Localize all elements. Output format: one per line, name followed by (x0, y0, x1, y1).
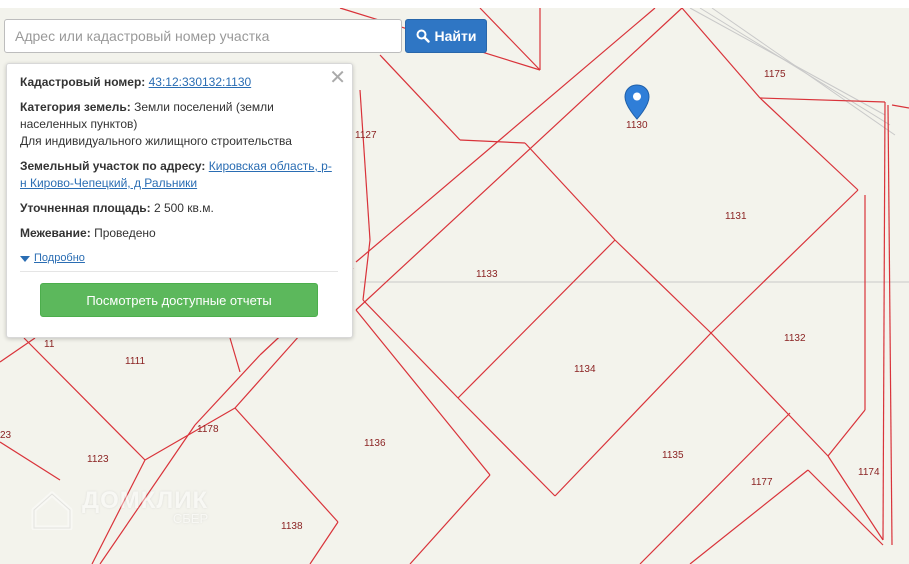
plot-number: 1123 (87, 454, 109, 465)
plot-number: 1127 (355, 130, 377, 141)
address-row: Земельный участок по адресу: Кировская о… (20, 158, 338, 192)
survey-row: Межевание: Проведено (20, 225, 338, 242)
details-toggle[interactable]: Подробно (20, 250, 338, 267)
plot-number: 11 (44, 339, 55, 350)
plot-number: 1132 (784, 333, 806, 344)
plot-number: 1175 (764, 69, 786, 80)
top-strip (0, 0, 909, 8)
survey-value: Проведено (94, 226, 156, 240)
view-reports-button[interactable]: Посмотреть доступные отчеты (40, 283, 318, 317)
area-label: Уточненная площадь: (20, 201, 151, 215)
plot-number: 1134 (574, 364, 596, 375)
area-value: 2 500 кв.м. (153, 201, 214, 215)
cadastral-number-link[interactable]: 43:12:330132:1130 (149, 75, 252, 89)
details-link[interactable]: Подробно (34, 250, 85, 267)
brand-watermark: ДОМКЛИК СБЕР (30, 487, 209, 530)
plot-number: 1138 (281, 521, 303, 532)
triangle-down-icon (20, 255, 30, 262)
category-label: Категория земель: (20, 100, 131, 114)
plot-number: 1177 (751, 477, 773, 488)
search-button[interactable]: Найти (405, 19, 487, 53)
cadastral-label: Кадастровый номер: (20, 75, 146, 89)
close-icon[interactable]: ✕ (329, 67, 346, 89)
plot-number: 1111 (125, 356, 145, 367)
plot-number: 1130 (626, 120, 648, 131)
plot-number: 1174 (858, 467, 880, 478)
search-icon (416, 29, 430, 43)
plot-number: 1136 (364, 438, 386, 449)
house-logo-icon (31, 491, 73, 530)
survey-label: Межевание: (20, 226, 91, 240)
address-label: Земельный участок по адресу: (20, 159, 206, 173)
category-row: Категория земель: Земли поселений (земли… (20, 99, 338, 150)
plot-number: 23 (0, 430, 12, 441)
plot-number: 1133 (476, 269, 498, 280)
category-use: Для индивидуального жилищного строительс… (20, 134, 292, 148)
plot-number: 1131 (725, 211, 747, 222)
plot-info-popup: ✕ Кадастровый номер: 43:12:330132:1130 К… (6, 63, 353, 338)
search-input[interactable] (4, 19, 402, 53)
divider (20, 271, 338, 272)
watermark-sub: СБЕР (172, 511, 209, 526)
location-pin-icon[interactable] (624, 84, 650, 120)
search-button-label: Найти (434, 28, 477, 44)
area-row: Уточненная площадь: 2 500 кв.м. (20, 200, 338, 217)
cadastral-row: Кадастровый номер: 43:12:330132:1130 (20, 74, 338, 91)
watermark-brand: ДОМКЛИК (82, 487, 209, 514)
plot-number: 1135 (662, 450, 684, 461)
plot-number: 1178 (197, 424, 219, 435)
